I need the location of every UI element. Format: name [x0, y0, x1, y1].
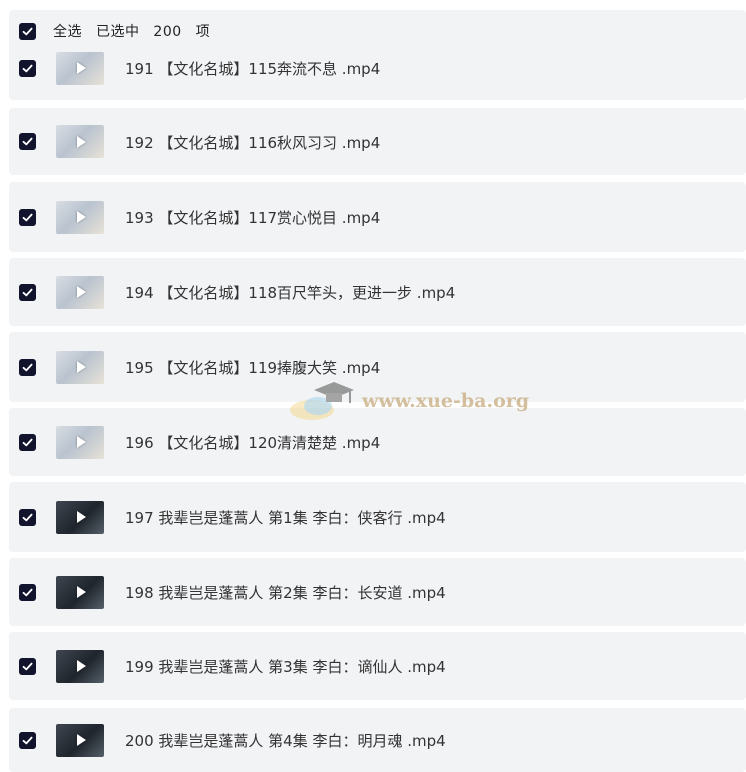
file-checkbox[interactable] — [19, 583, 36, 601]
graduation-cap-icon — [288, 376, 358, 426]
selection-summary: 全选 已选中 200 项 — [53, 21, 219, 41]
video-thumbnail[interactable] — [56, 350, 104, 384]
checkmark-icon — [22, 363, 33, 371]
list-item[interactable]: 192 【文化名城】116秋风习习 .mp4 — [9, 108, 746, 175]
checkmark-icon — [22, 513, 33, 521]
video-thumbnail[interactable] — [56, 275, 104, 309]
checkmark-icon — [22, 662, 33, 670]
watermark-text: www.xue-ba.org — [362, 390, 530, 412]
file-checkbox[interactable] — [19, 508, 36, 526]
list-item[interactable]: 199 我辈岂是蓬蒿人 第3集 李白：谪仙人 .mp4 — [9, 632, 746, 700]
file-name: 192 【文化名城】116秋风习习 .mp4 — [125, 133, 381, 152]
play-icon — [77, 436, 86, 448]
file-checkbox[interactable] — [19, 433, 36, 451]
file-checkbox[interactable] — [19, 59, 36, 77]
file-name: 198 我辈岂是蓬蒿人 第2集 李白：长安道 .mp4 — [125, 584, 446, 602]
file-checkbox[interactable] — [19, 283, 36, 301]
list-item[interactable]: 197 我辈岂是蓬蒿人 第1集 李白：侠客行 .mp4 — [9, 482, 746, 552]
play-icon — [77, 734, 86, 746]
file-name: 199 我辈岂是蓬蒿人 第3集 李白：谪仙人 .mp4 — [125, 658, 446, 676]
list-item[interactable]: 193 【文化名城】117赏心悦目 .mp4 — [9, 182, 746, 252]
file-name: 191 【文化名城】115奔流不息 .mp4 — [125, 60, 381, 78]
select-all-checkbox[interactable] — [19, 22, 36, 40]
file-checkbox[interactable] — [19, 208, 36, 226]
file-name: 194 【文化名城】118百尺竿头，更进一步 .mp4 — [125, 284, 456, 302]
checkmark-icon — [22, 588, 33, 596]
select-all-label[interactable]: 全选 — [53, 24, 82, 40]
file-checkbox[interactable] — [19, 133, 36, 150]
video-thumbnail[interactable] — [56, 51, 104, 85]
checkmark-icon — [22, 288, 33, 296]
checkmark-icon — [22, 736, 33, 744]
checkmark-icon — [22, 27, 33, 35]
play-icon — [77, 361, 86, 373]
file-name: 195 【文化名城】119捧腹大笑 .mp4 — [125, 359, 381, 377]
selected-count: 200 — [153, 24, 182, 40]
file-checkbox[interactable] — [19, 657, 36, 675]
video-thumbnail[interactable] — [56, 575, 104, 609]
video-thumbnail[interactable] — [56, 425, 104, 459]
video-thumbnail[interactable] — [56, 125, 104, 158]
play-icon — [77, 511, 86, 523]
video-thumbnail[interactable] — [56, 500, 104, 534]
play-icon — [77, 135, 86, 148]
play-icon — [77, 286, 86, 298]
list-item[interactable]: 198 我辈岂是蓬蒿人 第2集 李白：长安道 .mp4 — [9, 558, 746, 626]
list-item[interactable]: 194 【文化名城】118百尺竿头，更进一步 .mp4 — [9, 258, 746, 326]
video-thumbnail[interactable] — [56, 200, 104, 234]
video-thumbnail[interactable] — [56, 649, 104, 683]
play-icon — [77, 211, 86, 223]
file-name: 196 【文化名城】120清清楚楚 .mp4 — [125, 434, 381, 452]
selected-label: 已选中 — [95, 24, 140, 40]
file-name: 193 【文化名城】117赏心悦目 .mp4 — [125, 209, 381, 227]
play-icon — [77, 586, 86, 598]
play-icon — [77, 660, 86, 672]
file-checkbox[interactable] — [19, 358, 36, 376]
file-name: 197 我辈岂是蓬蒿人 第1集 李白：侠客行 .mp4 — [125, 509, 446, 527]
checkmark-icon — [22, 64, 33, 72]
file-checkbox[interactable] — [19, 731, 36, 749]
file-name: 200 我辈岂是蓬蒿人 第4集 李白：明月魂 .mp4 — [125, 732, 446, 750]
video-thumbnail[interactable] — [56, 723, 104, 757]
checkmark-icon — [22, 137, 33, 146]
checkmark-icon — [22, 438, 33, 446]
watermark: www.xue-ba.org — [288, 376, 529, 426]
select-all-bar: 全选 已选中 200 项 — [19, 21, 219, 41]
list-item[interactable]: 200 我辈岂是蓬蒿人 第4集 李白：明月魂 .mp4 — [9, 708, 746, 772]
checkmark-icon — [22, 213, 33, 221]
unit-label: 项 — [195, 24, 211, 40]
play-icon — [77, 62, 86, 74]
